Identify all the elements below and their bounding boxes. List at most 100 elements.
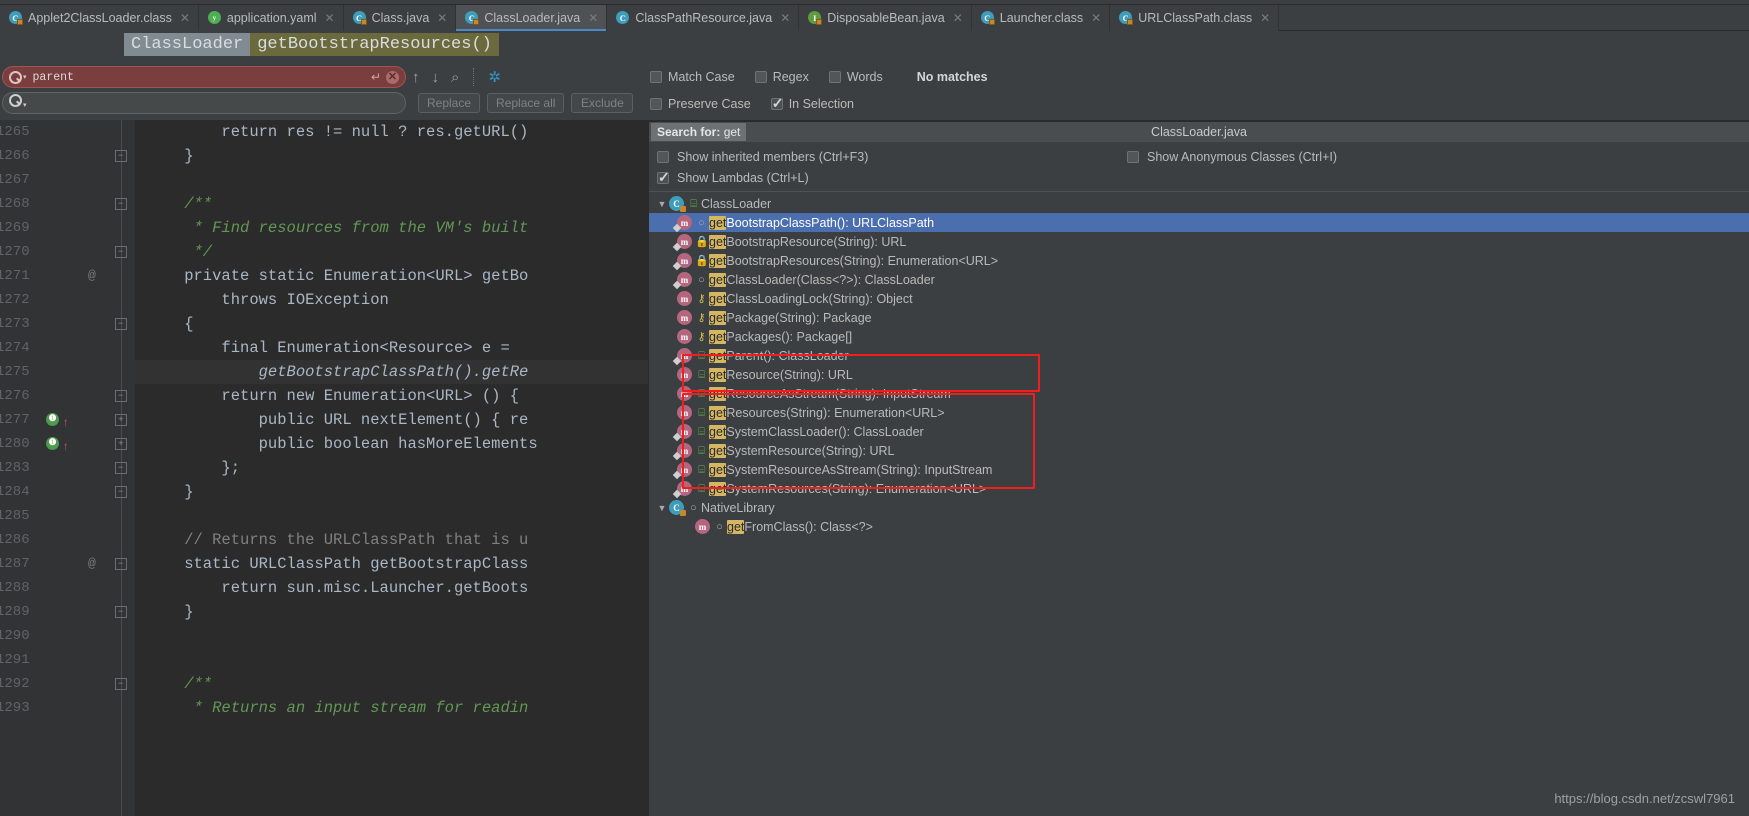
file-structure-popup[interactable]: Search for: get ClassLoader.java Show in… <box>648 122 1749 816</box>
editor-gutter[interactable]: 1265 1266 − 1267 1268 − 1269 1270 − 1271 @ 1… <box>0 120 135 816</box>
tab-close-icon[interactable]: ✕ <box>1260 11 1270 25</box>
fold-collapse-icon[interactable]: − <box>115 150 127 162</box>
method-icon: m <box>672 481 692 499</box>
chevron-down-icon[interactable]: ▼ <box>655 503 669 513</box>
fold-collapse-icon[interactable]: − <box>115 318 127 330</box>
editor-tab-1[interactable]: y application.yaml ✕ <box>198 5 344 31</box>
fold-expand-icon[interactable]: + <box>115 438 127 450</box>
fold-collapse-icon[interactable]: − <box>115 246 127 258</box>
tree-row-method-7[interactable]: m ⌸ get Parent(): ClassLoader <box>649 346 1749 366</box>
tab-close-icon[interactable]: ✕ <box>1091 11 1101 25</box>
fold-collapse-icon[interactable]: − <box>115 390 127 402</box>
exclude-button[interactable]: Exclude <box>571 93 634 113</box>
in-selection-checkbox[interactable] <box>770 95 783 112</box>
fold-collapse-icon[interactable]: − <box>115 462 127 474</box>
match-case-checkbox[interactable] <box>650 71 662 83</box>
fold-collapse-icon[interactable]: − <box>115 198 127 210</box>
show-inherited-row[interactable]: Show inherited members (Ctrl+F3) Show An… <box>649 146 1749 167</box>
regex-option[interactable]: Regex <box>754 70 809 84</box>
fold-collapse-icon[interactable]: − <box>115 486 127 498</box>
tab-close-icon[interactable]: ✕ <box>437 11 447 25</box>
select-all-occurrences-icon[interactable]: ⌕ <box>451 70 459 85</box>
editor-tab-5[interactable]: I DisposableBean.java ✕ <box>799 5 972 31</box>
structure-tree[interactable]: ▼ C ⌸ ClassLoader m ○ get BootstrapClassP… <box>649 192 1749 536</box>
lambda-marker-icon[interactable]: ❶ <box>46 413 59 426</box>
editor-tab-2[interactable]: C Class.java ✕ <box>343 5 457 31</box>
editor-tab-label: Class.java <box>371 11 430 25</box>
gear-icon[interactable]: ✲ <box>488 68 501 86</box>
editor-tab-4[interactable]: C ClassPathResource.java ✕ <box>607 5 800 31</box>
show-anonymous-group[interactable]: Show Anonymous Classes (Ctrl+I) <box>1127 150 1337 164</box>
editor-tab-7[interactable]: C URLClassPath.class ✕ <box>1110 5 1280 31</box>
in-selection-option[interactable]: In Selection <box>770 95 854 112</box>
tree-row-method-1[interactable]: m 🔒 get BootstrapResource(String): URL <box>649 232 1749 252</box>
fold-collapse-icon[interactable]: − <box>115 678 127 690</box>
tree-row-method-6[interactable]: m ⚷ get Packages(): Package[] <box>649 327 1749 346</box>
popup-header: Search for: get ClassLoader.java <box>649 122 1749 142</box>
editor-tab-3-active[interactable]: C ClassLoader.java ✕ <box>456 5 608 31</box>
close-icon[interactable]: ✕ <box>386 70 399 84</box>
tree-row-method-4[interactable]: m ⚷ get ClassLoadingLock(String): Object <box>649 289 1749 308</box>
tree-row-method-9[interactable]: m ⌸ get ResourceAsStream(String): InputSt… <box>649 384 1749 403</box>
tree-row-method-15[interactable]: m ○ get FromClass(): Class<?> <box>649 517 1749 536</box>
override-marker-icon[interactable]: @ <box>88 552 96 576</box>
show-lambdas-checkbox[interactable] <box>657 169 670 186</box>
search-icon[interactable]: ▾ <box>9 70 27 84</box>
method-icon: m <box>672 462 692 480</box>
override-marker-icon[interactable]: @ <box>88 264 96 288</box>
search-field[interactable]: ▾ parent ↵ ✕ <box>2 66 406 88</box>
tree-row-method-3[interactable]: m ○ get ClassLoader(Class<?>): ClassLoade… <box>649 270 1749 290</box>
tree-node-classloader[interactable]: ▼ C ⌸ ClassLoader <box>649 194 1749 213</box>
regex-checkbox[interactable] <box>754 71 767 83</box>
editor-tab-0[interactable]: C Applet2ClassLoader.class ✕ <box>0 5 199 31</box>
tree-node-label: Resources(String): Enumeration<URL> <box>726 405 945 420</box>
tab-close-icon[interactable]: ✕ <box>953 11 963 25</box>
chevron-down-icon[interactable]: ▼ <box>655 199 669 209</box>
preserve-case-checkbox[interactable] <box>650 98 662 110</box>
replace-search-icon[interactable]: ▾ <box>9 94 27 112</box>
tab-close-icon[interactable]: ✕ <box>325 11 335 25</box>
tree-row-method-11[interactable]: m ⌸ get SystemClassLoader(): ClassLoader <box>649 422 1749 442</box>
tree-node-label: ClassLoadingLock(String): Object <box>726 291 913 306</box>
class-file-icon: C <box>352 11 367 25</box>
search-input-value[interactable]: parent <box>27 71 371 84</box>
match-case-option[interactable]: Match Case <box>650 70 735 84</box>
package-private-icon: ○ <box>716 520 723 533</box>
tree-row-method-5[interactable]: m ⚷ get Package(String): Package <box>649 308 1749 327</box>
status-badge: No matches <box>916 70 988 84</box>
tree-row-method-12[interactable]: m ⌸ get SystemResource(String): URL <box>649 441 1749 461</box>
preserve-case-option[interactable]: Preserve Case <box>650 97 751 111</box>
find-next-icon[interactable]: ↓ <box>432 70 440 85</box>
breadcrumb-method[interactable]: getBootstrapResources() <box>250 33 499 56</box>
tab-close-icon[interactable]: ✕ <box>588 11 598 25</box>
show-inherited-checkbox[interactable] <box>657 150 669 163</box>
fold-expand-icon[interactable]: + <box>115 414 127 426</box>
enter-icon[interactable]: ↵ <box>371 70 381 84</box>
show-lambdas-row[interactable]: Show Lambdas (Ctrl+L) <box>649 167 1749 188</box>
tab-close-icon[interactable]: ✕ <box>180 11 190 25</box>
fold-collapse-icon[interactable]: − <box>115 558 127 570</box>
replace-all-button[interactable]: Replace all <box>487 93 565 113</box>
show-anonymous-checkbox[interactable] <box>1127 150 1139 163</box>
tree-node-nativelibrary[interactable]: ▼ C ○ NativeLibrary <box>649 498 1749 517</box>
tree-row-method-0[interactable]: m ○ get BootstrapClassPath(): URLClassPat… <box>649 213 1749 233</box>
line-number: 1289 <box>0 604 30 620</box>
tree-node-label: ResourceAsStream(String): InputStream <box>726 386 951 401</box>
tree-row-method-8[interactable]: m ⌸ get Resource(String): URL <box>649 365 1749 384</box>
tree-row-method-2[interactable]: m 🔒 get BootstrapResources(String): Enume… <box>649 251 1749 271</box>
find-previous-icon[interactable]: ↑ <box>412 70 420 85</box>
tree-row-method-13[interactable]: m ⌸ get SystemResourceAsStream(String): I… <box>649 460 1749 480</box>
tab-close-icon[interactable]: ✕ <box>780 11 790 25</box>
editor-tab-6[interactable]: C Launcher.class ✕ <box>971 5 1111 31</box>
replace-button[interactable]: Replace <box>418 93 481 113</box>
tree-row-method-14[interactable]: m ⌸ get SystemResources(String): Enumerat… <box>649 479 1749 499</box>
show-lambdas-label: Show Lambdas (Ctrl+L) <box>677 170 809 185</box>
lambda-marker-icon[interactable]: ❶ <box>46 437 59 450</box>
tree-row-method-10[interactable]: m ⌸ get Resources(String): Enumeration<UR… <box>649 403 1749 422</box>
fold-collapse-icon[interactable]: − <box>115 606 127 618</box>
search-nav-buttons: ↑ ↓ ⌕ ✲ <box>412 68 501 86</box>
words-option[interactable]: Words <box>828 70 883 84</box>
breadcrumb-class[interactable]: ClassLoader <box>124 33 251 56</box>
replace-field[interactable]: ▾ <box>2 92 406 114</box>
words-checkbox[interactable] <box>828 71 841 83</box>
